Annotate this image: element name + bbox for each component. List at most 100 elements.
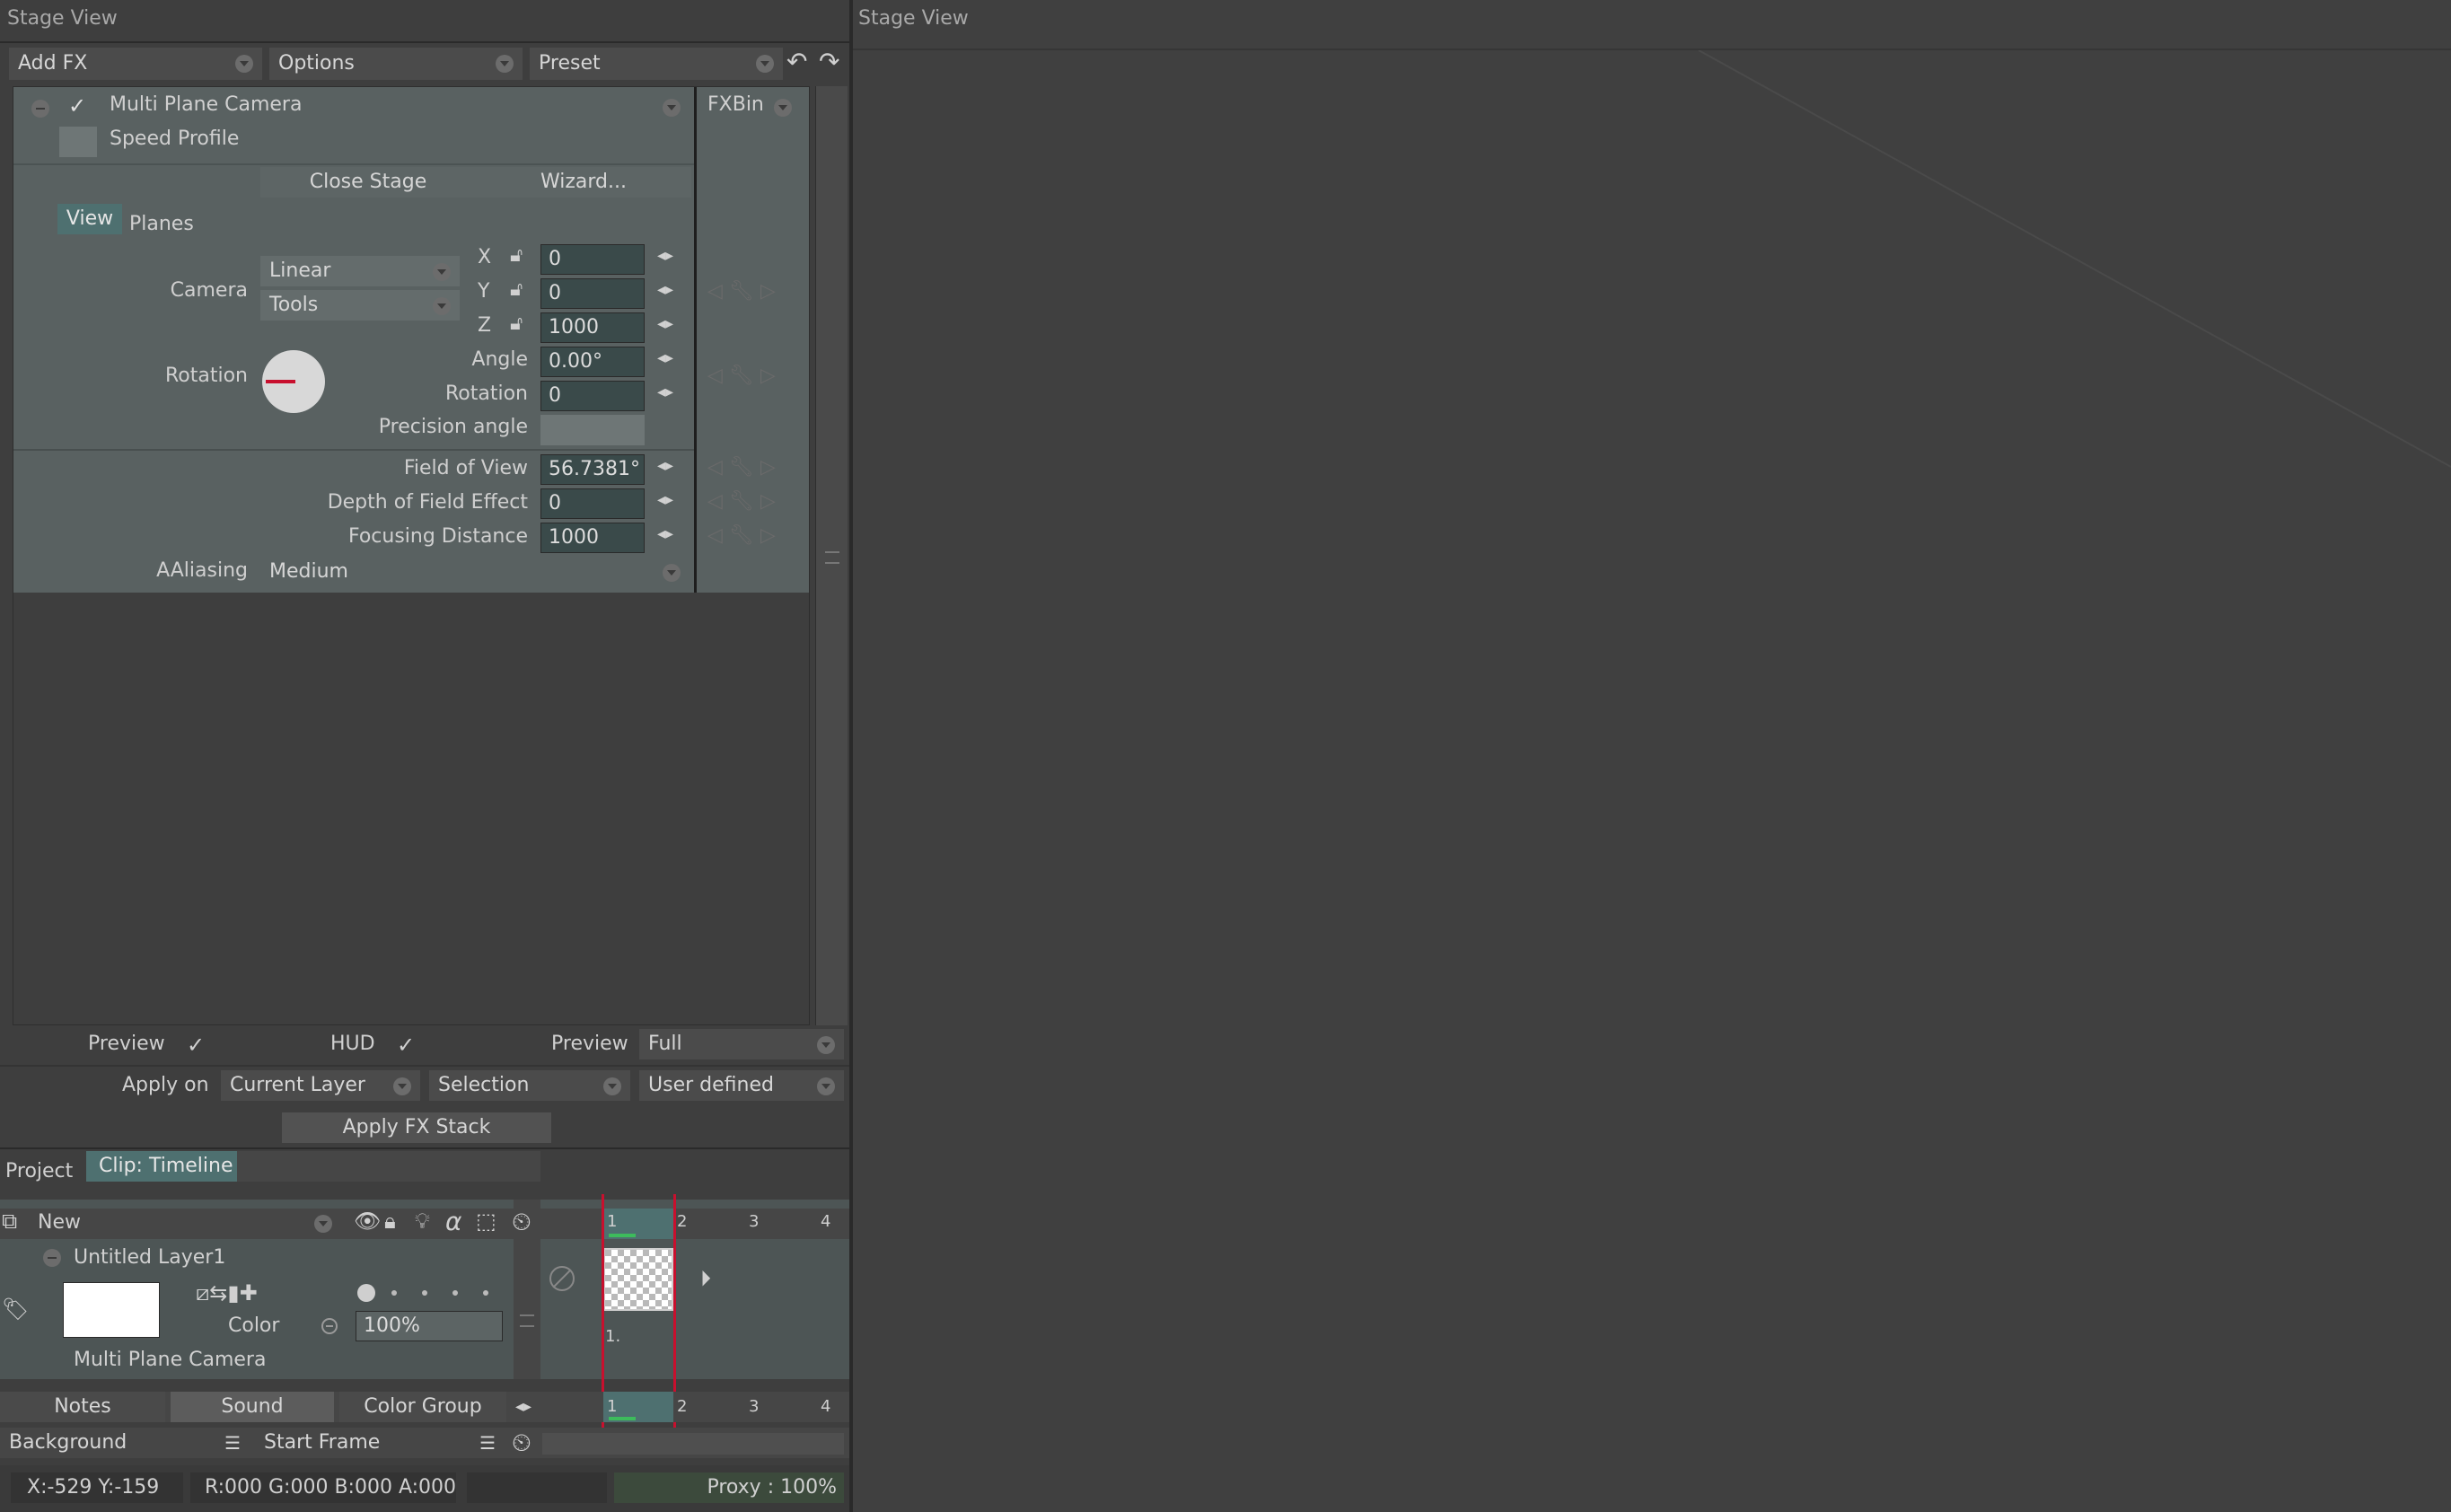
y-slider-icon[interactable]: ◂▸ xyxy=(657,280,673,299)
color-reset-icon[interactable] xyxy=(321,1318,338,1334)
layer-name[interactable]: Untitled Layer1 xyxy=(74,1246,225,1269)
preset-dropdown[interactable]: Preset xyxy=(530,48,783,80)
opacity-field[interactable]: 100% xyxy=(356,1311,503,1341)
apply-fx-stack-button[interactable]: Apply FX Stack xyxy=(282,1112,551,1143)
apply-on-layer-dropdown[interactable]: Current Layer xyxy=(221,1070,420,1101)
fxbin-menu-button[interactable] xyxy=(765,92,801,124)
layer-tools-icon[interactable]: ⧄⇆▮✚ xyxy=(196,1280,258,1305)
history-icon[interactable]: ⏲︎ xyxy=(512,1207,531,1237)
z-field[interactable]: 1000 xyxy=(540,312,645,343)
color-group-button[interactable]: Color Group xyxy=(339,1392,506,1422)
empty-cell-icon[interactable] xyxy=(549,1266,575,1291)
frame-nav-icon[interactable]: ◂▸ xyxy=(515,1397,531,1416)
stage-canvas[interactable] xyxy=(853,50,2451,1512)
dof-slider-icon[interactable]: ◂▸ xyxy=(657,490,673,509)
new-layer-menu[interactable] xyxy=(305,1208,341,1240)
frame-label-3-bottom[interactable]: 3 xyxy=(749,1397,759,1416)
close-stage-button[interactable]: Close Stage xyxy=(260,167,476,198)
speed-profile-checkbox[interactable] xyxy=(59,127,97,157)
fov-field[interactable]: 56.7381° xyxy=(540,454,645,485)
fx-enabled-checkbox[interactable] xyxy=(68,93,86,119)
chevron-down-icon xyxy=(603,1077,621,1095)
options-label: Options xyxy=(278,52,355,75)
lock-icon[interactable]: 🔓︎ xyxy=(510,278,523,301)
fxbin-region xyxy=(697,87,809,593)
new-layer-icon[interactable]: ⧉ xyxy=(2,1209,17,1234)
rotation-dial[interactable] xyxy=(262,350,325,413)
precision-angle-checkbox[interactable] xyxy=(540,415,645,445)
chevron-down-icon xyxy=(496,55,514,73)
apply-on-selection-dropdown[interactable]: Selection xyxy=(429,1070,630,1101)
apply-on-range-dropdown[interactable]: User defined xyxy=(639,1070,844,1101)
x-slider-icon[interactable]: ◂▸ xyxy=(657,246,673,265)
apply-on-layer-value: Current Layer xyxy=(230,1074,365,1096)
header-divider xyxy=(0,41,849,43)
options-dropdown[interactable]: Options xyxy=(269,48,523,80)
camera-mode-dropdown[interactable]: Linear xyxy=(260,256,460,286)
tag-icon[interactable]: 🏷︎ xyxy=(2,1297,29,1322)
hud-checkbox[interactable] xyxy=(397,1033,415,1058)
loop-icon[interactable]: ⏵︎ xyxy=(700,1266,711,1291)
x-field[interactable]: 0 xyxy=(540,244,645,275)
focus-field[interactable]: 1000 xyxy=(540,523,645,553)
preview-quality-dropdown[interactable]: Full xyxy=(639,1029,844,1059)
collapse-icon[interactable] xyxy=(43,1249,61,1267)
wizard-button[interactable]: Wizard... xyxy=(476,167,691,198)
fov-slider-icon[interactable]: ◂▸ xyxy=(657,456,673,475)
keyframe-nav-icon[interactable]: ◁ 🔧︎ ▷ xyxy=(707,524,776,547)
keyframe-nav-icon[interactable]: ◁ 🔧︎ ▷ xyxy=(707,365,776,387)
frame-label-4[interactable]: 4 xyxy=(821,1212,830,1231)
focus-slider-icon[interactable]: ◂▸ xyxy=(657,524,673,543)
tab-planes[interactable]: Planes xyxy=(129,209,194,240)
start-frame-dropdown[interactable]: Start Frame ☰ xyxy=(255,1428,503,1458)
focus-label: Focusing Distance xyxy=(347,525,528,548)
redo-icon[interactable]: ↷ xyxy=(819,47,839,76)
camera-tools-dropdown[interactable]: Tools xyxy=(260,290,460,321)
rotation-field[interactable]: 0 xyxy=(540,381,645,411)
sound-button[interactable]: Sound xyxy=(171,1392,334,1422)
apply-on-selection-value: Selection xyxy=(438,1074,530,1096)
keyframe-cell[interactable] xyxy=(603,1248,673,1311)
z-slider-icon[interactable]: ◂▸ xyxy=(657,314,673,333)
keyframe-nav-icon[interactable]: ◁ 🔧︎ ▷ xyxy=(707,280,776,303)
alpha-icon[interactable]: α xyxy=(445,1207,461,1236)
frame-label-1-bottom[interactable]: 1 xyxy=(607,1397,617,1416)
keyframe-nav-icon[interactable]: ◁ 🔧︎ ▷ xyxy=(707,456,776,479)
fxbin-label: FXBin xyxy=(707,93,764,116)
frame-label-2-bottom[interactable]: 2 xyxy=(677,1397,687,1416)
layer-dots-slider[interactable] xyxy=(357,1284,501,1302)
add-fx-dropdown[interactable]: Add FX xyxy=(9,48,262,80)
lock-icon[interactable]: 🔓︎ xyxy=(510,244,523,267)
frame-label-4-bottom[interactable]: 4 xyxy=(821,1397,830,1416)
preview-checkbox[interactable] xyxy=(187,1033,205,1058)
frame-label-2[interactable]: 2 xyxy=(677,1212,687,1231)
frame-label-1[interactable]: 1 xyxy=(607,1212,617,1231)
tab-view[interactable]: View xyxy=(57,204,122,234)
y-label: Y xyxy=(478,280,490,303)
tab-clip-timeline[interactable]: Clip: Timeline xyxy=(86,1151,246,1182)
frame-label-3[interactable]: 3 xyxy=(749,1212,759,1231)
keyframe-nav-icon[interactable]: ◁ 🔧︎ ▷ xyxy=(707,490,776,513)
dof-field[interactable]: 0 xyxy=(540,488,645,519)
clock-icon[interactable]: ⏲︎ xyxy=(512,1428,531,1458)
fx-panel: Stage View Add FX Options Preset ↶ ↷ Mul… xyxy=(0,0,849,1512)
undo-icon[interactable]: ↶ xyxy=(786,47,807,76)
fx-menu-button[interactable] xyxy=(654,92,690,124)
eye-icon[interactable]: 👁︎ xyxy=(354,1209,381,1234)
aliasing-dropdown[interactable]: Medium xyxy=(260,557,690,587)
angle-field[interactable]: 0.00° xyxy=(540,347,645,377)
collapse-icon[interactable] xyxy=(31,100,49,118)
lock-icon[interactable]: 🔓︎ xyxy=(510,312,523,335)
angle-slider-icon[interactable]: ◂▸ xyxy=(657,348,673,367)
lock-icon[interactable]: 🔒︎ xyxy=(384,1209,396,1234)
background-dropdown[interactable]: Background ☰ xyxy=(0,1428,248,1458)
rotation-slider-icon[interactable]: ◂▸ xyxy=(657,382,673,401)
y-field[interactable]: 0 xyxy=(540,278,645,309)
preview-quality-value: Full xyxy=(648,1033,682,1055)
mask-icon[interactable]: ⬚ xyxy=(476,1209,496,1234)
vertical-scrollbar[interactable] xyxy=(815,86,848,1025)
tab-project[interactable]: Project xyxy=(5,1156,73,1187)
lightbulb-icon[interactable]: 💡︎ xyxy=(415,1209,430,1234)
new-layer-label[interactable]: New xyxy=(38,1211,81,1234)
notes-button[interactable]: Notes xyxy=(0,1392,165,1422)
